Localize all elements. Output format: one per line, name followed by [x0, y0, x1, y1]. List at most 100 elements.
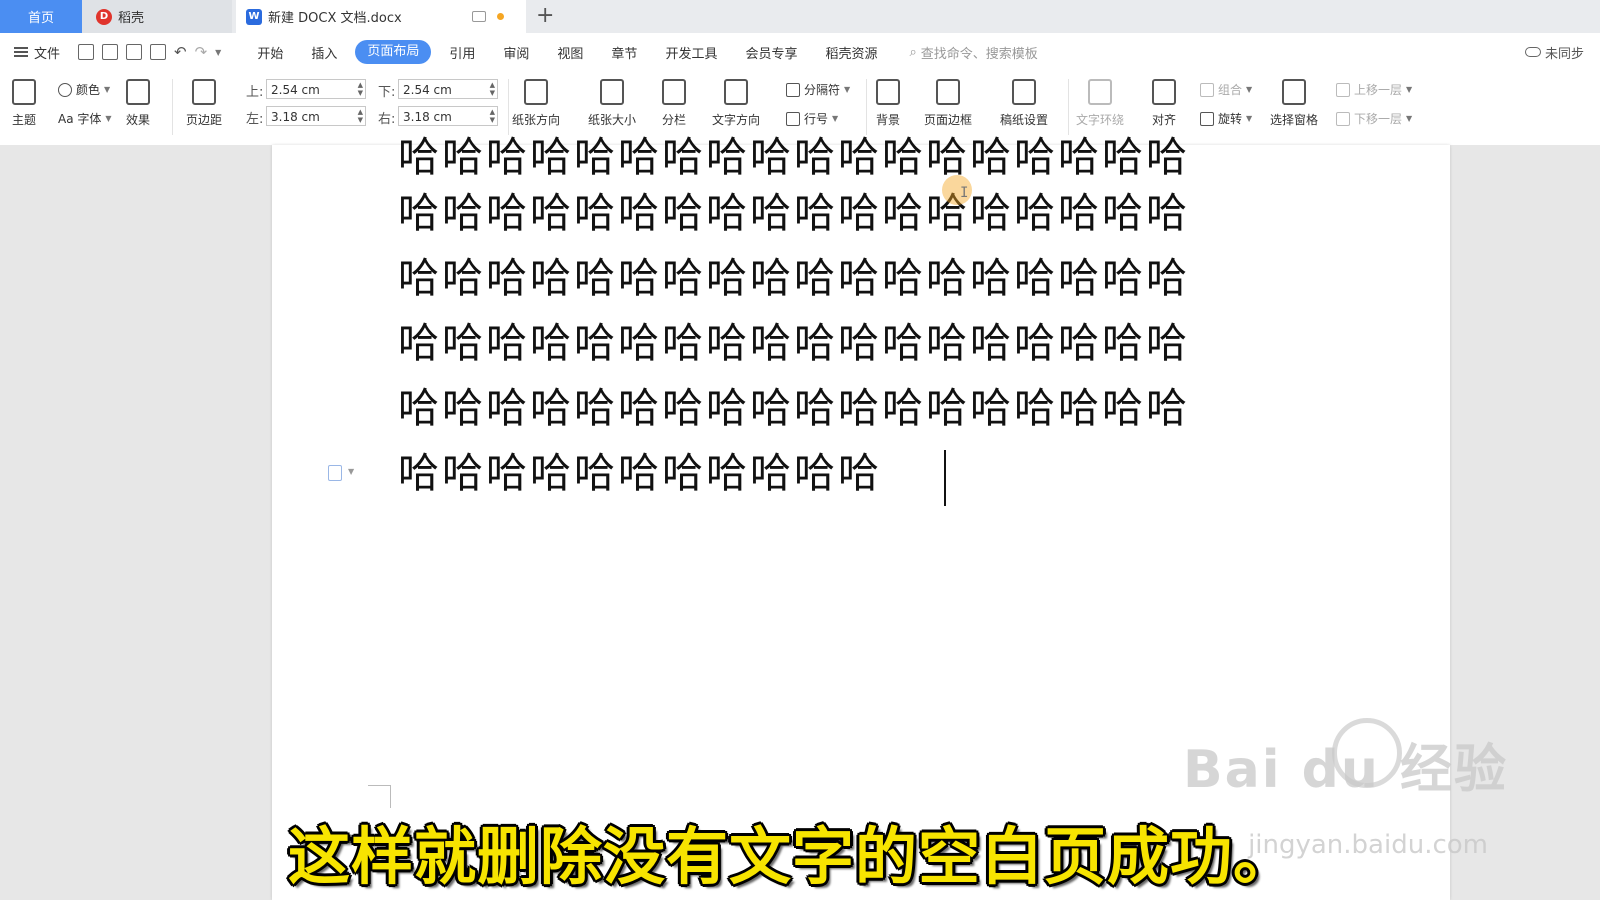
text-direction-label: 文字方向: [712, 113, 761, 127]
text-line[interactable]: 哈哈哈哈哈哈哈哈哈哈哈: [398, 451, 882, 495]
command-search[interactable]: ⌕ 查找命令、搜索模板: [909, 43, 1037, 62]
ribbon-separator: [1068, 79, 1069, 135]
right-margin-label: 右:: [378, 112, 396, 127]
export-pdf-icon[interactable]: [102, 44, 119, 60]
group-button[interactable]: 组合 ▼: [1200, 81, 1252, 98]
selection-pane-label: 选择窗格: [1270, 113, 1319, 127]
align-button[interactable]: 对齐: [1152, 71, 1176, 128]
save-icon[interactable]: [78, 44, 95, 60]
effect-icon: [126, 79, 150, 105]
left-margin-value: 3.18 cm: [271, 110, 320, 124]
menu-tab-view[interactable]: 视图: [543, 43, 597, 62]
file-menu-button[interactable]: 文件: [14, 43, 60, 62]
menu-tab-insert[interactable]: 插入: [297, 43, 351, 62]
tab-home[interactable]: 首页: [0, 0, 82, 33]
page-border-icon: [936, 79, 960, 105]
tab-document-label: 新建 DOCX 文档.docx: [268, 11, 402, 26]
window-mode-icon[interactable]: [472, 11, 486, 22]
rotate-button[interactable]: 旋转 ▼: [1200, 110, 1252, 127]
spinner-icon[interactable]: ▲ ▼: [490, 81, 495, 97]
menu-tabs: 开始 插入 页面布局 引用 审阅 视图 章节 开发工具 会员专享 稻壳资源: [243, 40, 891, 64]
new-tab-button[interactable]: +: [536, 4, 554, 28]
margins-button[interactable]: 页边距: [186, 71, 222, 128]
menu-tab-section[interactable]: 章节: [597, 43, 651, 62]
tab-daoke-label: 稻壳: [118, 11, 145, 26]
menu-tab-member[interactable]: 会员专享: [731, 43, 811, 62]
menu-tab-page-layout[interactable]: 页面布局: [355, 40, 432, 64]
spinner-icon[interactable]: ▲ ▼: [358, 81, 363, 97]
right-margin-input[interactable]: 3.18 cm ▲ ▼: [398, 106, 498, 126]
tab-home-label: 首页: [27, 11, 54, 26]
sync-status-button[interactable]: 未同步: [1524, 43, 1584, 62]
bring-forward-button[interactable]: 上移一层 ▼: [1336, 81, 1412, 98]
spinner-icon[interactable]: ▲ ▼: [490, 108, 495, 124]
hamburger-icon: [14, 47, 28, 57]
menu-tab-start[interactable]: 开始: [243, 43, 297, 62]
font-scheme-button[interactable]: Aa 字体 ▼: [58, 110, 112, 127]
tab-document[interactable]: W 新建 DOCX 文档.docx: [236, 0, 526, 33]
top-margin-input[interactable]: 2.54 cm ▲ ▼: [266, 79, 366, 99]
bottom-margin-input[interactable]: 2.54 cm ▲ ▼: [398, 79, 498, 99]
menu-tab-daoke-resources[interactable]: 稻壳资源: [811, 43, 891, 62]
text-cursor: [944, 450, 946, 506]
print-preview-icon[interactable]: [150, 44, 167, 60]
spinner-icon[interactable]: ▲ ▼: [358, 108, 363, 124]
orientation-icon: [524, 79, 548, 105]
send-backward-button[interactable]: 下移一层 ▼: [1336, 110, 1412, 127]
paper-size-label: 纸张大小: [588, 113, 637, 127]
theme-button[interactable]: 主题: [12, 71, 36, 128]
menu-tab-references[interactable]: 引用: [435, 43, 489, 62]
background-icon: [876, 79, 900, 105]
columns-icon: [662, 79, 686, 105]
paper-size-button[interactable]: 纸张大小: [588, 71, 636, 128]
text-line[interactable]: 哈哈哈哈哈哈哈哈哈哈哈哈哈哈哈哈哈哈: [398, 135, 1190, 179]
margins-label: 页边距: [186, 113, 223, 127]
undo-icon[interactable]: ↶: [174, 43, 187, 61]
page-break-icon: [786, 82, 800, 97]
text-line[interactable]: 哈哈哈哈哈哈哈哈哈哈哈哈哈哈哈哈哈哈: [398, 191, 1190, 235]
menu-bar: 文件 ↶ ↷ ▼ 开始 插入 页面布局 引用 审阅 视图 章节 开发工具 会员专…: [0, 33, 1600, 71]
text-line[interactable]: 哈哈哈哈哈哈哈哈哈哈哈哈哈哈哈哈哈哈: [398, 321, 1190, 365]
right-margin-value: 3.18 cm: [403, 110, 452, 124]
line-number-button[interactable]: 行号 ▼: [786, 110, 838, 127]
cloud-icon: [1524, 47, 1541, 57]
palette-icon: [58, 82, 72, 97]
separator-button[interactable]: 分隔符 ▼: [786, 81, 850, 98]
text-direction-button[interactable]: 文字方向: [712, 71, 760, 128]
text-line[interactable]: 哈哈哈哈哈哈哈哈哈哈哈哈哈哈哈哈哈哈: [398, 256, 1190, 300]
background-button[interactable]: 背景: [876, 71, 900, 128]
redo-icon[interactable]: ↷: [195, 43, 208, 61]
quick-access-toolbar: ↶ ↷ ▼: [78, 43, 221, 61]
menu-tab-review[interactable]: 审阅: [489, 43, 543, 62]
ribbon-separator: [508, 79, 509, 135]
theme-label: 主题: [12, 113, 37, 127]
page-border-button[interactable]: 页面边框: [924, 71, 972, 128]
wps-writer-icon: W: [246, 8, 262, 25]
chevron-down-icon[interactable]: ▼: [348, 467, 354, 476]
search-icon: ⌕: [909, 44, 917, 60]
group-label: 组合: [1218, 83, 1243, 97]
selection-pane-button[interactable]: 选择窗格: [1270, 71, 1318, 128]
color-button[interactable]: 颜色 ▼: [58, 81, 110, 98]
grid-paper-button[interactable]: 稿纸设置: [1000, 71, 1048, 128]
text-wrap-button[interactable]: 文字环绕: [1076, 71, 1124, 128]
paragraph-layout-icon[interactable]: [328, 465, 342, 481]
effect-button[interactable]: 效果: [126, 71, 150, 128]
customize-toolbar-icon[interactable]: ▼: [215, 48, 221, 57]
columns-label: 分栏: [662, 113, 687, 127]
selection-pane-icon: [1282, 79, 1306, 105]
menu-tab-developer[interactable]: 开发工具: [651, 43, 731, 62]
effect-label: 效果: [126, 113, 151, 127]
orientation-label: 纸张方向: [512, 113, 561, 127]
left-margin-input[interactable]: 3.18 cm ▲ ▼: [266, 106, 366, 126]
text-line[interactable]: 哈哈哈哈哈哈哈哈哈哈哈哈哈哈哈哈哈哈: [398, 386, 1190, 430]
group-icon: [1200, 82, 1214, 97]
left-margin-label: 左:: [246, 112, 264, 127]
tab-daoke[interactable]: D 稻壳: [82, 0, 232, 33]
columns-button[interactable]: 分栏: [662, 71, 686, 128]
print-icon[interactable]: [126, 44, 143, 60]
text-wrap-label: 文字环绕: [1076, 113, 1125, 127]
orientation-button[interactable]: 纸张方向: [512, 71, 560, 128]
send-backward-label: 下移一层: [1354, 112, 1403, 126]
font-scheme-label: Aa 字体: [58, 112, 102, 126]
